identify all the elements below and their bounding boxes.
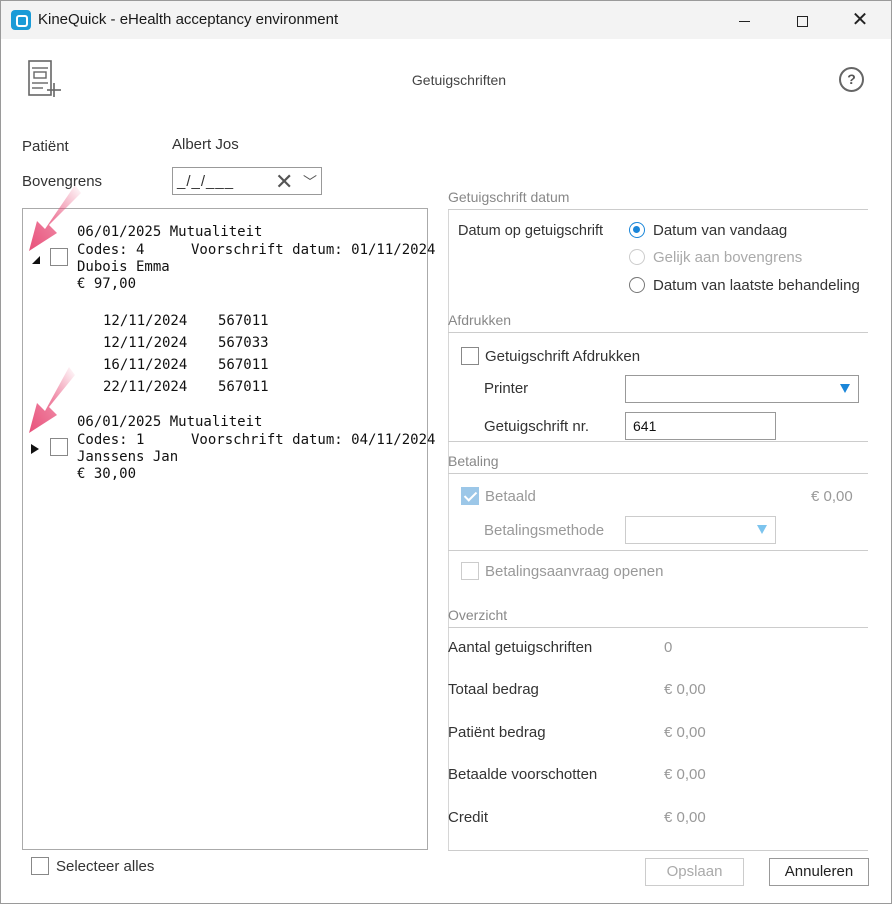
minimize-button[interactable]	[715, 1, 773, 39]
betaald-checkbox	[461, 487, 479, 505]
minimize-icon	[738, 20, 750, 22]
radio-gelijk-bovengrens	[629, 249, 645, 265]
bovengrens-date-input[interactable]: _/_/___ ✕ ﹀	[172, 167, 322, 195]
row-code: 567033	[218, 335, 269, 351]
entry-1-header: 06/01/2025 Mutualiteit	[77, 224, 263, 240]
entry-1-voorschrift: Voorschrift datum: 01/11/2024	[191, 242, 436, 258]
overzicht-label: Betaalde voorschotten	[448, 766, 598, 783]
radio-datum-vandaag-label: Datum van vandaag	[653, 222, 788, 239]
methode-select	[625, 516, 776, 544]
printer-label: Printer	[484, 380, 529, 397]
bovengrens-value: _/_/___	[177, 173, 235, 190]
section-getuigschrift-datum: Getuigschrift datum	[448, 189, 868, 210]
chevron-down-icon[interactable]: ﹀	[303, 172, 317, 192]
section-divider	[448, 546, 868, 551]
overzicht-value: € 0,00	[664, 681, 706, 698]
overzicht-value: 0	[664, 639, 673, 656]
methode-label: Betalingsmethode	[484, 522, 605, 539]
collapse-triangle-icon[interactable]	[32, 256, 40, 264]
kinequick-logo-icon	[11, 10, 31, 30]
annotation-arrow-icon	[29, 367, 75, 433]
entry-2-name: Janssens Jan	[77, 449, 179, 465]
radio-laatste-behandeling[interactable]	[629, 277, 645, 293]
overzicht-label: Aantal getuigschriften	[448, 639, 593, 656]
row-date: 12/11/2024	[103, 335, 188, 351]
entry-1-codes: Codes: 4	[77, 242, 145, 258]
entry-2-header: 06/01/2025 Mutualiteit	[77, 414, 263, 430]
radio-laatste-behandeling-label: Datum van laatste behandeling	[653, 277, 860, 294]
overzicht-label: Patiënt bedrag	[448, 724, 546, 741]
entry-1-amount: € 97,00	[77, 276, 137, 292]
maximize-icon	[796, 15, 808, 27]
nr-input[interactable]: 641	[625, 412, 776, 440]
row-code: 567011	[218, 357, 269, 373]
entry-2-codes: Codes: 1	[77, 432, 145, 448]
row-date: 22/11/2024	[103, 379, 188, 395]
row-code: 567011	[218, 379, 269, 395]
clear-x-icon[interactable]: ✕	[275, 169, 293, 195]
overzicht-label: Totaal bedrag	[448, 681, 539, 698]
dialog-window: KineQuick - eHealth acceptancy environme…	[0, 0, 892, 904]
aanvraag-label: Betalingsaanvraag openen	[485, 563, 664, 580]
print-checkbox[interactable]	[461, 347, 479, 365]
row-code: 567011	[218, 313, 269, 329]
save-button[interactable]: Opslaan	[645, 858, 744, 886]
section-betaling: Betaling	[448, 453, 868, 474]
betaald-amount: € 0,00	[811, 488, 853, 505]
section-overzicht: Overzicht	[448, 607, 868, 628]
entry-2-checkbox[interactable]	[50, 438, 68, 456]
section-divider	[448, 846, 868, 851]
dropdown-arrow-icon	[757, 525, 767, 534]
select-all-checkbox[interactable]	[31, 857, 49, 875]
patient-value: Albert Jos	[172, 136, 239, 153]
entry-2-voorschrift: Voorschrift datum: 04/11/2024	[191, 432, 436, 448]
overzicht-label: Credit	[448, 809, 489, 826]
page-title: Getuigschriften	[411, 72, 507, 88]
expand-triangle-icon[interactable]	[31, 444, 39, 454]
certificate-list[interactable]: 06/01/2025 Mutualiteit Codes: 4 Voorschr…	[22, 208, 435, 850]
annotation-arrow-icon	[29, 185, 81, 251]
overzicht-value: € 0,00	[664, 809, 706, 826]
nr-label: Getuigschrift nr.	[484, 418, 590, 435]
overzicht-value: € 0,00	[664, 724, 706, 741]
window-title: KineQuick - eHealth acceptancy environme…	[38, 11, 339, 28]
panel-divider	[448, 209, 449, 851]
dropdown-arrow-icon	[840, 384, 850, 393]
section-afdrukken: Afdrukken	[448, 312, 868, 333]
help-icon[interactable]: ?	[839, 67, 864, 92]
select-all-label: Selecteer alles	[56, 858, 155, 875]
betaald-label: Betaald	[485, 488, 536, 505]
nr-value: 641	[633, 418, 657, 434]
entry-2-amount: € 30,00	[77, 466, 137, 482]
radio-gelijk-bovengrens-label: Gelijk aan bovengrens	[653, 249, 803, 266]
radio-datum-vandaag[interactable]	[629, 222, 645, 238]
close-button[interactable]: ✕	[831, 1, 889, 39]
entry-1-name: Dubois Emma	[77, 259, 170, 275]
row-date: 12/11/2024	[103, 313, 188, 329]
patient-label: Patiënt	[22, 138, 69, 155]
section-divider	[448, 437, 868, 442]
maximize-button[interactable]	[773, 1, 831, 39]
print-label: Getuigschrift Afdrukken	[485, 348, 641, 365]
aanvraag-checkbox	[461, 562, 479, 580]
row-date: 16/11/2024	[103, 357, 188, 373]
title-bar: KineQuick - eHealth acceptancy environme…	[1, 1, 891, 39]
cancel-button[interactable]: Annuleren	[769, 858, 869, 886]
overzicht-value: € 0,00	[664, 766, 706, 783]
printer-select[interactable]	[625, 375, 859, 403]
datum-label: Datum op getuigschrift	[458, 223, 604, 239]
